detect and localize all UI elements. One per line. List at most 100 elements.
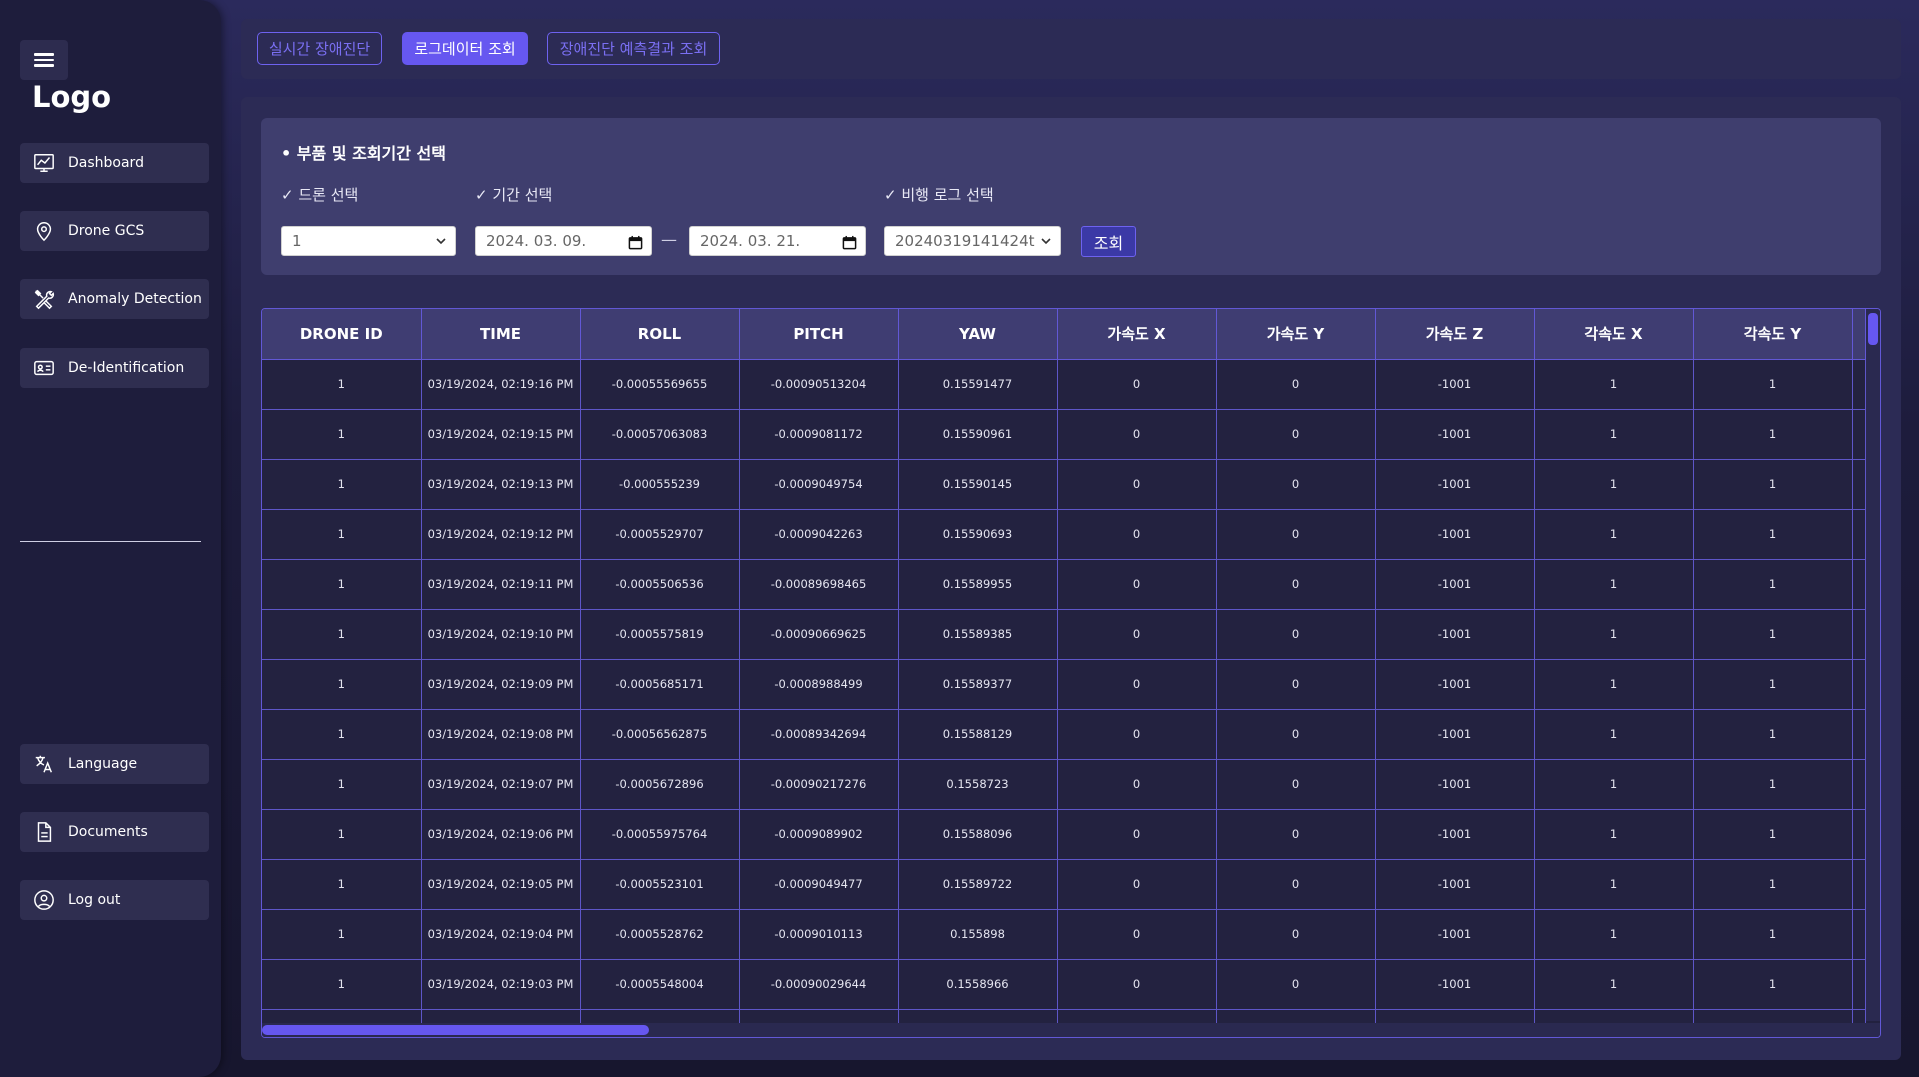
chevron-down-icon [1040, 235, 1052, 247]
vertical-scrollbar-thumb[interactable] [1868, 313, 1878, 345]
table-row[interactable]: 1 03/19/2024, 02:19:11 PM -0.0005506536 -0.… [262, 559, 1866, 610]
table-cell-spacer [1852, 909, 1866, 960]
column-header[interactable]: PITCH [739, 309, 899, 360]
table-cell: 0.15590693 [898, 509, 1058, 560]
table-cell: 1 [1534, 509, 1694, 560]
table-cell: 0.15589377 [898, 659, 1058, 710]
nav-item-drone-gcs[interactable]: Drone GCS [20, 211, 209, 251]
table-cell-spacer [1852, 459, 1866, 510]
table-cell: 03/19/2024, 02:19:09 PM [421, 659, 581, 710]
column-header[interactable]: ROLL [580, 309, 740, 360]
table-cell: 1 [262, 359, 422, 410]
table-cell: 0 [1057, 359, 1217, 410]
tab-realtime-diagnosis[interactable]: 실시간 장애진단 [257, 32, 382, 65]
nav-item-log-out[interactable]: Log out [20, 880, 209, 920]
table-cell: 0 [1057, 609, 1217, 660]
nav-item-documents[interactable]: Documents [20, 812, 209, 852]
table-cell: -0.00090513204 [739, 359, 899, 410]
table-cell: 0 [1216, 459, 1376, 510]
column-header[interactable]: TIME [421, 309, 581, 360]
table-cell: 1 [1534, 359, 1694, 410]
nav-label: Dashboard [68, 155, 144, 171]
table-cell: 1 [1534, 759, 1694, 810]
flight-log-select[interactable]: 20240319141424t [884, 226, 1061, 256]
table-cell: 1 [1693, 959, 1853, 1010]
calendar-icon[interactable] [842, 235, 857, 250]
hamburger-icon [34, 53, 54, 67]
nav-item-language[interactable]: Language [20, 744, 209, 784]
table-cell-spacer [1852, 859, 1866, 910]
table-cell-spacer [1852, 509, 1866, 560]
table-row[interactable]: 1 03/19/2024, 02:19:15 PM -0.00057063083 -0… [262, 409, 1866, 460]
nav-item-anomaly-detection[interactable]: Anomaly Detection [20, 279, 209, 319]
table-cell: 1 [262, 709, 422, 760]
table-row[interactable]: 1 03/19/2024, 02:19:05 PM -0.0005523101 -0.… [262, 859, 1866, 910]
table-row[interactable]: 1 03/19/2024, 02:19:08 PM -0.00056562875 -0… [262, 709, 1866, 760]
table-cell: 03/19/2024, 02:19:15 PM [421, 409, 581, 460]
table-cell: -1001 [1375, 909, 1535, 960]
tab-log-data[interactable]: 로그데이터 조회 [402, 32, 528, 65]
tab-diagnosis-prediction[interactable]: 장애진단 예측결과 조회 [547, 32, 720, 65]
table-cell: 1 [1534, 659, 1694, 710]
table-cell: -1001 [1375, 359, 1535, 410]
column-header[interactable]: DRONE ID [262, 309, 422, 360]
table-cell: -0.00055975764 [580, 809, 740, 860]
nav-item-de-identification[interactable]: De-Identification [20, 348, 209, 388]
table-cell: 0 [1057, 909, 1217, 960]
vertical-scrollbar[interactable] [1866, 309, 1880, 1021]
table-cell: 1 [1534, 559, 1694, 610]
end-date-input[interactable]: 2024. 03. 21. [689, 226, 866, 256]
table-cell: 1 [1693, 759, 1853, 810]
nav-label: Language [68, 756, 138, 772]
table-cell-spacer [1852, 559, 1866, 610]
table-row[interactable]: 1 03/19/2024, 02:19:09 PM -0.0005685171 -0.… [262, 659, 1866, 710]
calendar-icon[interactable] [628, 235, 643, 250]
table-cell: -0.0005548004 [580, 959, 740, 1010]
table-row[interactable]: 1 03/19/2024, 02:19:06 PM -0.00055975764 -0… [262, 809, 1866, 860]
table-row[interactable]: 1 03/19/2024, 02:19:10 PM -0.0005575819 -0.… [262, 609, 1866, 660]
table-cell-spacer [1852, 659, 1866, 710]
table-cell: -0.0009049477 [739, 859, 899, 910]
table-row[interactable]: 1 03/19/2024, 02:19:07 PM -0.0005672896 -0.… [262, 759, 1866, 810]
table-cell: 03/19/2024, 02:19:06 PM [421, 809, 581, 860]
table-row[interactable]: 1 03/19/2024, 02:19:04 PM -0.0005528762 -0.… [262, 909, 1866, 960]
menu-toggle-button[interactable] [20, 40, 68, 80]
start-date-input[interactable]: 2024. 03. 09. [475, 226, 652, 256]
column-header[interactable]: 가속도 Z [1375, 309, 1535, 360]
column-header[interactable]: 각속도 X [1534, 309, 1694, 360]
table-cell: 0.1558966 [898, 959, 1058, 1010]
column-header[interactable]: 가속도 Y [1216, 309, 1376, 360]
drone-select-value: 1 [292, 232, 302, 250]
table-cell: 0 [1057, 559, 1217, 610]
drone-select[interactable]: 1 [281, 226, 456, 256]
table-row[interactable]: 1 03/19/2024, 02:19:03 PM -0.0005548004 -0.… [262, 959, 1866, 1010]
table-cell: 1 [1534, 409, 1694, 460]
table-cell: 1 [1693, 859, 1853, 910]
table-cell: 03/19/2024, 02:19:11 PM [421, 559, 581, 610]
horizontal-scrollbar[interactable] [262, 1023, 1880, 1037]
table-row[interactable]: 1 03/19/2024, 02:19:13 PM -0.000555239 -0.0… [262, 459, 1866, 510]
table-cell: 1 [1693, 459, 1853, 510]
horizontal-scrollbar-thumb[interactable] [262, 1025, 649, 1035]
column-header[interactable]: 각속도 Y [1693, 309, 1853, 360]
table-cell: 1 [1693, 559, 1853, 610]
sidebar: Logo Dashboard Drone GCS Anomaly Detecti… [0, 0, 221, 1077]
filter-title: • 부품 및 조회기간 선택 [281, 144, 446, 163]
nav-label: Drone GCS [68, 223, 145, 239]
search-button[interactable]: 조회 [1081, 226, 1136, 257]
column-header[interactable]: YAW [898, 309, 1058, 360]
table-row[interactable]: 1 03/19/2024, 02:19:12 PM -0.0005529707 -0.… [262, 509, 1866, 560]
table-cell: 1 [262, 459, 422, 510]
table-cell: -1001 [1375, 559, 1535, 610]
column-header-spacer [1852, 309, 1866, 360]
column-header[interactable]: 가속도 X [1057, 309, 1217, 360]
date-separator: — [661, 230, 677, 249]
table-row[interactable]: 1 03/19/2024, 02:19:16 PM -0.00055569655 -0… [262, 359, 1866, 410]
table-cell: -0.0009081172 [739, 409, 899, 460]
tab-bar: 실시간 장애진단 로그데이터 조회 장애진단 예측결과 조회 [241, 19, 1901, 79]
table-cell: -0.0009010113 [739, 909, 899, 960]
table-cell: 1 [1693, 409, 1853, 460]
table-cell: -1001 [1375, 709, 1535, 760]
table-cell: 0 [1057, 409, 1217, 460]
nav-item-dashboard[interactable]: Dashboard [20, 143, 209, 183]
